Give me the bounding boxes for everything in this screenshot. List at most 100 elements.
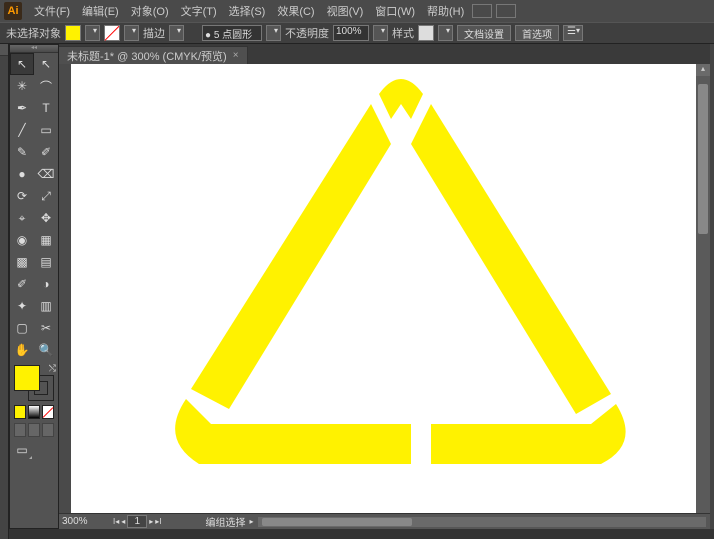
opacity-input[interactable]: 100% <box>333 25 369 41</box>
artboard-tool[interactable]: ▢ <box>10 317 34 339</box>
blob-brush-tool[interactable]: ● <box>10 163 34 185</box>
hand-tool[interactable]: ✋ <box>10 339 34 361</box>
artboard[interactable] <box>71 64 696 513</box>
menu-bar: Ai 文件(F) 编辑(E) 对象(O) 文字(T) 选择(S) 效果(C) 视… <box>0 0 714 22</box>
tools-panel: ◂◂ ↖ ↖ ✳ ⌒ ✒ T ╱ ▭ ✎ ✐ ● ⌫ ⟳ ⤢ ⌖ ✥ ◉ ▦ ▩… <box>9 44 59 529</box>
preferences-button[interactable]: 首选项 <box>515 25 559 41</box>
stroke-value-text: 5 点圆形 <box>214 30 252 41</box>
document-tab[interactable]: 未标题-1* @ 300% (CMYK/预览) × <box>59 46 248 64</box>
draw-behind[interactable] <box>28 423 40 437</box>
menu-effect[interactable]: 效果(C) <box>271 3 320 19</box>
color-mode-gradient[interactable] <box>28 405 40 419</box>
layout-button-2[interactable] <box>496 4 516 18</box>
free-transform-tool[interactable]: ✥ <box>34 207 58 229</box>
document-tab-bar: 未标题-1* @ 300% (CMYK/预览) × <box>59 44 710 64</box>
style-swatch[interactable] <box>418 25 434 41</box>
width-tool[interactable]: ⌖ <box>10 207 34 229</box>
vertical-scrollbar[interactable]: ▴ <box>696 64 710 513</box>
panel-menu[interactable]: ☰ <box>563 25 583 41</box>
draw-mode-row <box>10 421 58 439</box>
scale-tool[interactable]: ⤢ <box>34 185 58 207</box>
fill-color[interactable] <box>14 365 40 391</box>
work-area: 未标题-1* @ 300% (CMYK/预览) × ▴ 300 <box>59 44 710 529</box>
status-mode: 编组选择 <box>206 514 246 529</box>
swap-colors-icon[interactable]: ⤭ <box>49 363 56 374</box>
rotate-tool[interactable]: ⟳ <box>10 185 34 207</box>
artwork-triangle <box>71 64 696 513</box>
selection-status: 未选择对象 <box>6 25 61 41</box>
shape-builder-tool[interactable]: ◉ <box>10 229 34 251</box>
perspective-tool[interactable]: ▦ <box>34 229 58 251</box>
style-dropdown[interactable] <box>438 25 453 41</box>
blend-tool[interactable]: ◑ <box>34 273 58 295</box>
draw-inside[interactable] <box>42 423 54 437</box>
draw-normal[interactable] <box>14 423 26 437</box>
gradient-tool[interactable]: ▤ <box>34 251 58 273</box>
menu-view[interactable]: 视图(V) <box>321 3 370 19</box>
menu-type[interactable]: 文字(T) <box>175 3 223 19</box>
slice-tool[interactable]: ✂ <box>34 317 58 339</box>
type-tool[interactable]: T <box>34 97 58 119</box>
fill-dropdown[interactable] <box>85 25 100 41</box>
selection-tool[interactable]: ↖ <box>10 53 34 75</box>
opacity-dropdown[interactable] <box>373 25 388 41</box>
menu-help[interactable]: 帮助(H) <box>421 3 470 19</box>
brush-dropdown[interactable] <box>266 25 281 41</box>
magic-wand-tool[interactable]: ✳ <box>10 75 34 97</box>
canvas-wrap: ▴ <box>59 64 710 513</box>
line-tool[interactable]: ╱ <box>10 119 34 141</box>
menu-edit[interactable]: 编辑(E) <box>76 3 125 19</box>
last-artboard-icon[interactable]: ▸I <box>155 517 161 526</box>
eyedropper-tool[interactable]: ✐ <box>10 273 34 295</box>
menu-file[interactable]: 文件(F) <box>28 3 76 19</box>
graph-tool[interactable]: ▥ <box>34 295 58 317</box>
hscroll-thumb[interactable] <box>262 518 412 526</box>
zoom-level[interactable]: 300% <box>59 516 109 527</box>
menu-select[interactable]: 选择(S) <box>223 3 272 19</box>
vscroll-thumb[interactable] <box>698 84 708 234</box>
status-mode-arrow-icon[interactable]: ▸ <box>250 517 254 526</box>
direct-selection-tool[interactable]: ↖ <box>34 53 58 75</box>
document-setup-button[interactable]: 文档设置 <box>457 25 511 41</box>
stroke-swatch[interactable] <box>104 25 120 41</box>
scroll-up-icon[interactable]: ▴ <box>696 64 710 76</box>
fill-swatch[interactable] <box>65 25 81 41</box>
zoom-tool[interactable]: 🔍 <box>34 339 58 361</box>
next-artboard-icon[interactable]: ▸ <box>149 517 153 526</box>
app-icon: Ai <box>4 2 22 20</box>
status-bar: 300% I◂ ◂ 1 ▸ ▸I 编组选择 ▸ <box>59 513 710 529</box>
stroke-dropdown[interactable] <box>124 25 139 41</box>
close-tab-icon[interactable]: × <box>233 50 239 61</box>
artboard-number[interactable]: 1 <box>127 515 147 528</box>
pencil-tool[interactable]: ✐ <box>34 141 58 163</box>
horizontal-scrollbar[interactable] <box>258 517 706 527</box>
options-bar: 未选择对象 描边 ● 5 点圆形 不透明度 100% 样式 文档设置 首选项 ☰ <box>0 22 714 44</box>
menu-object[interactable]: 对象(O) <box>125 3 175 19</box>
document-tab-title: 未标题-1* @ 300% (CMYK/预览) <box>67 48 227 64</box>
menu-window[interactable]: 窗口(W) <box>369 3 421 19</box>
color-well: ⤭ <box>10 363 58 403</box>
screen-mode[interactable]: ▭ <box>10 439 34 461</box>
stroke-label: 描边 <box>143 25 165 41</box>
layout-button-1[interactable] <box>472 4 492 18</box>
prev-artboard-icon[interactable]: ◂ <box>121 517 125 526</box>
first-artboard-icon[interactable]: I◂ <box>113 517 119 526</box>
color-mode-row <box>10 403 58 421</box>
left-dock-strip <box>0 44 9 539</box>
eraser-tool[interactable]: ⌫ <box>34 163 58 185</box>
dock-grip[interactable] <box>0 44 8 56</box>
symbol-sprayer-tool[interactable]: ✦ <box>10 295 34 317</box>
artboard-nav: I◂ ◂ 1 ▸ ▸I <box>109 515 166 528</box>
opacity-label: 不透明度 <box>285 25 329 41</box>
lasso-tool[interactable]: ⌒ <box>34 75 58 97</box>
stroke-weight-dropdown[interactable] <box>169 25 184 41</box>
tools-grip[interactable]: ◂◂ <box>10 45 58 53</box>
color-mode-solid[interactable] <box>14 405 26 419</box>
pen-tool[interactable]: ✒ <box>10 97 34 119</box>
right-dock[interactable] <box>710 44 714 529</box>
paintbrush-tool[interactable]: ✎ <box>10 141 34 163</box>
rectangle-tool[interactable]: ▭ <box>34 119 58 141</box>
color-mode-none[interactable] <box>42 405 54 419</box>
mesh-tool[interactable]: ▩ <box>10 251 34 273</box>
stroke-profile[interactable]: ● 5 点圆形 <box>202 25 262 41</box>
